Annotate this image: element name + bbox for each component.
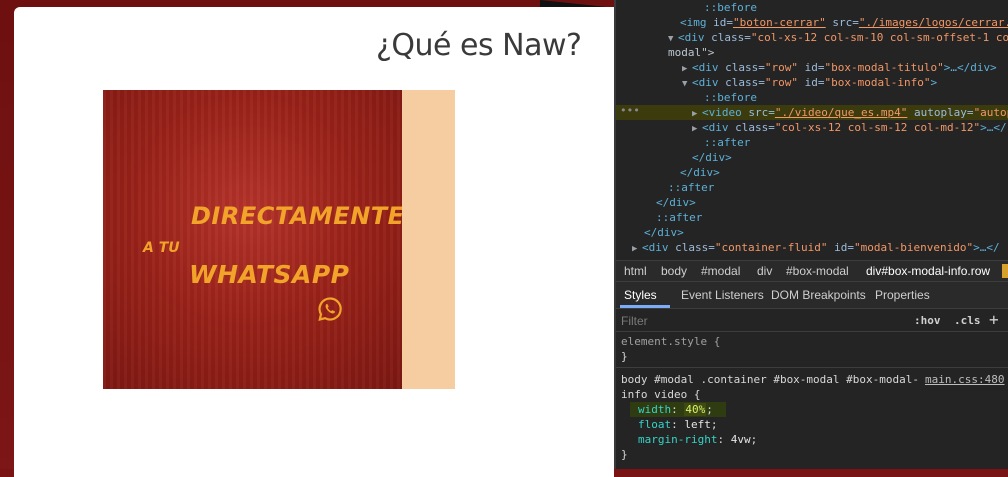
- attr-value: "row": [764, 76, 798, 89]
- tag-name: <div: [702, 121, 729, 134]
- prop-margin-right-name: margin-right: [638, 433, 718, 446]
- tag-tail: >…</: [980, 121, 1007, 134]
- attr-name: id=: [706, 16, 733, 29]
- element-style-selector[interactable]: element.style {: [621, 334, 720, 349]
- expand-triangle-icon: ▶: [692, 124, 698, 134]
- dom-tree: ::before <img id="boton-cerrar" src="./im…: [616, 0, 1008, 260]
- breadcrumb-item-selected[interactable]: [1002, 264, 1008, 278]
- tab-event-listeners[interactable]: Event Listeners: [681, 288, 764, 302]
- tag-name: <div: [642, 241, 669, 254]
- attr-value: "container-fluid": [714, 241, 828, 254]
- breadcrumb: html body #modal div #box-modal div#box-modal…: [616, 260, 1008, 282]
- pseudo-element: ::after: [704, 136, 751, 149]
- prop-margin-right-value[interactable]: 4vw: [731, 433, 751, 446]
- more-dots-icon[interactable]: •••: [620, 104, 640, 117]
- tab-properties[interactable]: Properties: [875, 288, 930, 302]
- attr-value: "box-modal-titulo": [824, 61, 944, 74]
- attr-name: id=: [797, 76, 825, 89]
- attr-name: class=: [704, 31, 751, 44]
- breadcrumb-item[interactable]: #box-modal: [786, 264, 849, 278]
- styles-filter-bar: Filter :hov .cls +: [616, 309, 1008, 332]
- rule-close: }: [621, 448, 628, 461]
- tag-name: <div: [678, 31, 705, 44]
- prop-float[interactable]: float: left;: [638, 417, 718, 432]
- tab-dom-breakpoints[interactable]: DOM Breakpoints: [771, 288, 866, 302]
- attr-value: "row": [764, 61, 798, 74]
- hov-toggle[interactable]: :hov: [914, 314, 941, 327]
- rule-selector-line2[interactable]: info video {: [621, 387, 700, 402]
- prop-width[interactable]: width: 40%;: [638, 402, 713, 417]
- devtools-panel: ::before <img id="boton-cerrar" src="./im…: [614, 0, 1008, 469]
- breadcrumb-item[interactable]: div: [757, 264, 772, 278]
- whatsapp-icon: [318, 297, 342, 321]
- pseudo-element: ::before: [704, 1, 757, 14]
- prop-float-name: float: [638, 418, 672, 431]
- rule-source-link[interactable]: main.css:480: [925, 372, 1004, 387]
- devtools-tabbar: Styles Event Listeners DOM Breakpoints P…: [616, 282, 1008, 309]
- rule-selector-line1[interactable]: body #modal .container #box-modal #box-m…: [621, 372, 919, 387]
- tag-close: </div>: [656, 196, 696, 209]
- breadcrumb-item[interactable]: #modal: [701, 264, 740, 278]
- attr-name: src=: [825, 16, 859, 29]
- rule-divider: [616, 367, 1008, 368]
- active-tab-indicator: [620, 305, 670, 308]
- attr-name: id=: [827, 241, 854, 254]
- tag-name: <img: [680, 16, 707, 29]
- filter-input[interactable]: Filter: [621, 314, 648, 328]
- video-text-directamente: DIRECTAMENTE: [191, 202, 402, 230]
- tag-close: </div>: [680, 166, 720, 179]
- attr-value: "box-modal-info": [824, 76, 931, 89]
- add-rule-icon[interactable]: +: [989, 310, 999, 329]
- prop-float-value[interactable]: left: [684, 418, 711, 431]
- attr-name: autoplay=: [907, 106, 974, 119]
- video-container: DIRECTAMENTE A TU WHATSAPP: [103, 90, 455, 389]
- pseudo-element: ::after: [668, 181, 715, 194]
- breadcrumb-item[interactable]: div#box-modal-info.row: [866, 264, 990, 278]
- attr-value: "./video/que_es.mp4": [774, 106, 908, 119]
- video-text-whatsapp: WHATSAPP: [189, 260, 350, 289]
- text-node: modal">: [668, 46, 715, 59]
- attr-name: class=: [728, 121, 775, 134]
- styles-pane: element.style { } body #modal .container…: [616, 331, 1008, 469]
- video-player[interactable]: DIRECTAMENTE A TU WHATSAPP: [103, 90, 402, 389]
- attr-name: class=: [718, 61, 765, 74]
- attr-name: class=: [718, 76, 765, 89]
- tag-tail: >: [930, 76, 938, 89]
- tag-name: <div: [692, 76, 719, 89]
- dom-node-line[interactable]: ▶ <video src="./video/que_es.mp4" autopla…: [616, 105, 1008, 120]
- pseudo-element: ::after: [656, 211, 703, 224]
- tag-tail: >…</: [973, 241, 1000, 254]
- attr-value: "./images/logos/cerrar.: [858, 16, 1008, 29]
- attr-value: "col-xs-12 col-sm-12 col-md-12": [774, 121, 981, 134]
- prop-margin-right[interactable]: margin-right: 4vw;: [638, 432, 757, 447]
- pseudo-element: ::before: [704, 91, 757, 104]
- video-text-a-tu: A TU: [143, 240, 180, 256]
- tag-close: </div>: [644, 226, 684, 239]
- attr-name: id=: [797, 61, 825, 74]
- attr-value: "boton-cerrar": [733, 16, 826, 29]
- cls-toggle[interactable]: .cls: [954, 314, 981, 327]
- attr-name: class=: [668, 241, 715, 254]
- expand-triangle-icon: ▼: [682, 79, 688, 89]
- prop-width-name: width: [638, 403, 672, 416]
- attr-value: "autop: [973, 106, 1008, 119]
- tag-name: <video: [702, 106, 742, 119]
- prop-width-value[interactable]: 40%: [684, 403, 707, 416]
- breadcrumb-item[interactable]: body: [661, 264, 687, 278]
- tag-name: <div: [692, 61, 719, 74]
- element-style-close: }: [621, 350, 628, 363]
- tab-styles[interactable]: Styles: [624, 288, 657, 302]
- attr-name: src=: [741, 106, 775, 119]
- attr-value: "col-xs-12 col-sm-10 col-sm-offset-1 col: [750, 31, 1008, 44]
- expand-triangle-icon: ▶: [632, 244, 638, 254]
- tag-close: </div>: [692, 151, 732, 164]
- modal-title: ¿Qué es Naw?: [376, 28, 582, 63]
- attr-value: "modal-bienvenido": [853, 241, 974, 254]
- breadcrumb-item[interactable]: html: [624, 264, 647, 278]
- tag-tail: >…</div>: [943, 61, 997, 74]
